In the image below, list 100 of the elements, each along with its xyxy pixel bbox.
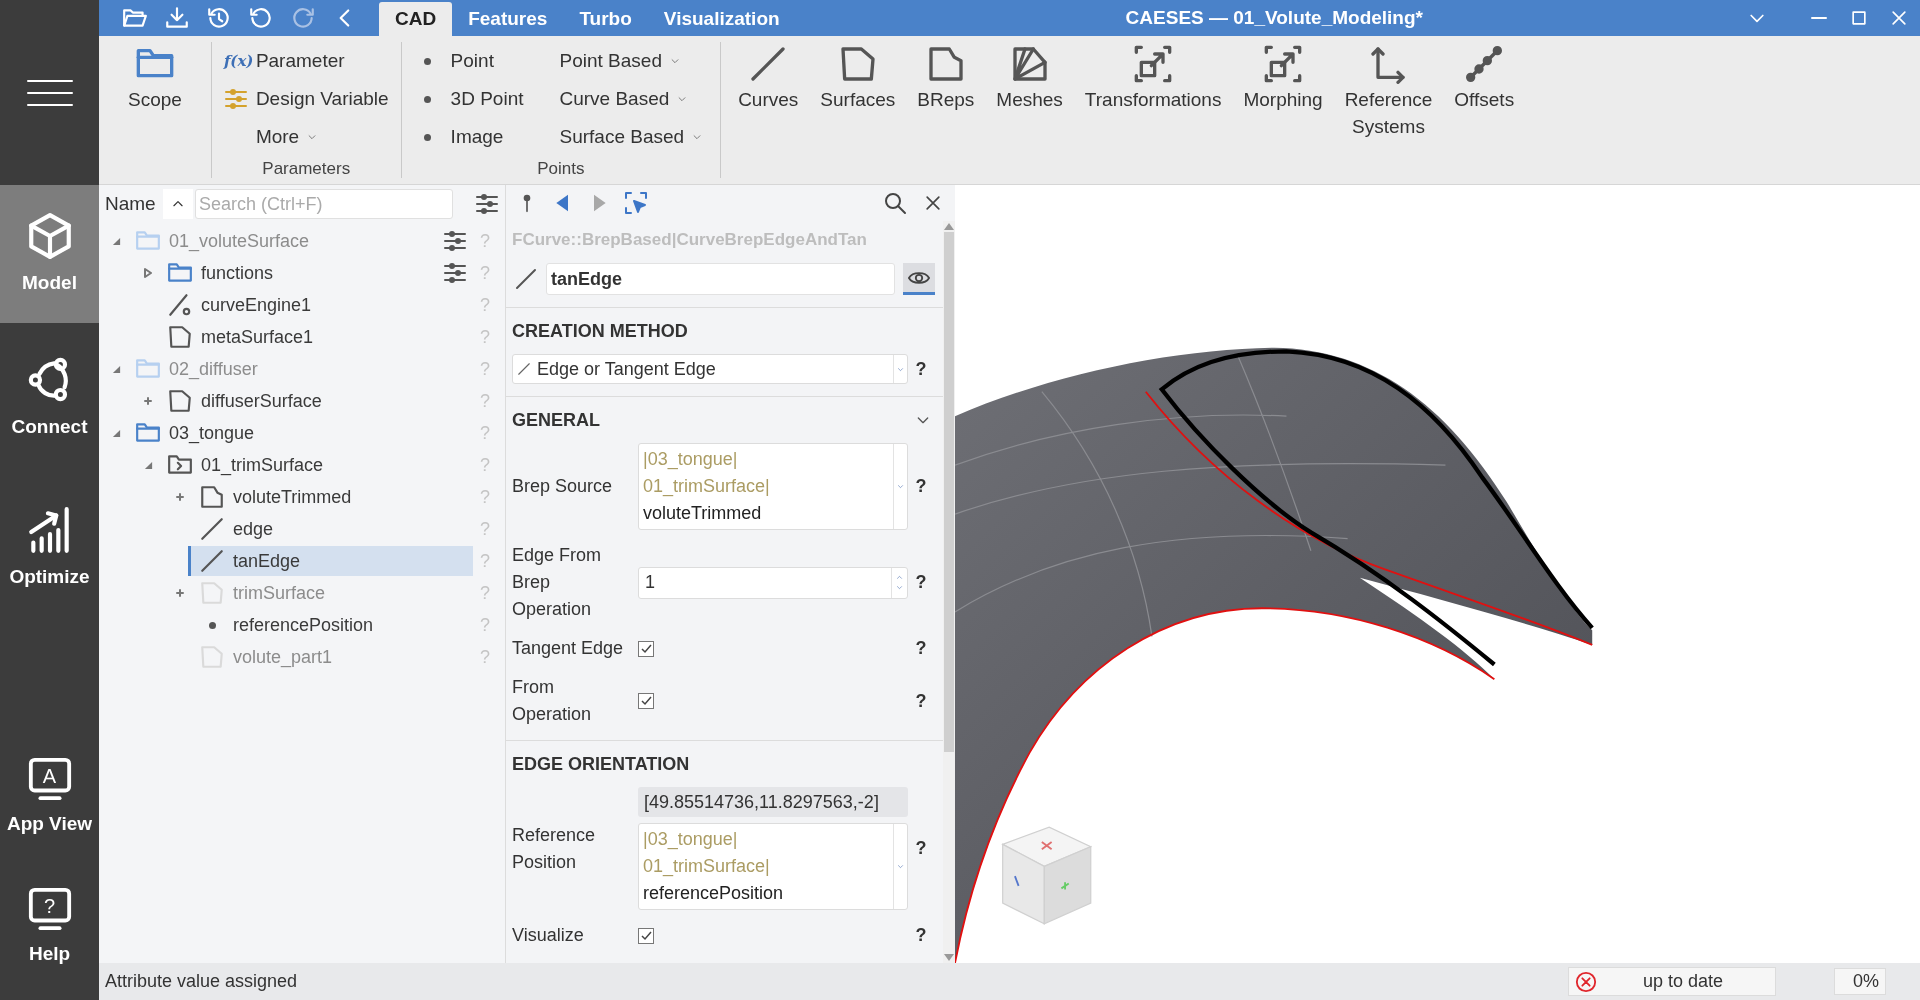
tree-label: tanEdge [233, 549, 301, 573]
ribbon-button[interactable]: f(x)Parameter [223, 42, 389, 80]
ribbon-button[interactable]: More [223, 118, 389, 156]
sliders-icon[interactable] [443, 261, 467, 285]
sidebar-tab[interactable]: Optimize [0, 473, 99, 623]
group-label: Points [536, 158, 586, 180]
help-mark[interactable]: ? [908, 687, 934, 715]
tree-item[interactable]: diffuserSurface [159, 386, 473, 416]
type-path: FCurve::BrepBased|CurveBrepEdgeAndTan [511, 229, 868, 252]
tree-item[interactable]: curveEngine1 [159, 290, 473, 320]
field-label: From Operation [512, 676, 593, 726]
sidebar-tab[interactable]: Model [0, 185, 99, 323]
transform-icon [1263, 44, 1304, 84]
collapse-arrow-icon[interactable] [111, 236, 121, 246]
sidebar-tab[interactable]: ? Help [0, 862, 99, 992]
bullet-icon [423, 57, 431, 65]
search-field[interactable]: Search (Ctrl+F) [195, 189, 453, 219]
name-field[interactable]: tanEdge [546, 263, 895, 295]
transform-icon [1133, 44, 1174, 84]
ribbon-button[interactable]: Curves [727, 42, 810, 113]
sliders-icon [223, 87, 248, 111]
tree-item[interactable]: tanEdge [188, 546, 473, 576]
line-icon [199, 516, 225, 542]
section-title: CREATION METHOD [512, 319, 688, 343]
sliders-icon[interactable] [443, 229, 467, 253]
tree-item[interactable]: metaSurface1 [159, 322, 473, 352]
expand-plus-icon[interactable] [143, 396, 153, 406]
dropdown[interactable]: Edge or Tangent Edge [512, 354, 908, 384]
checkbox[interactable] [638, 693, 654, 709]
ribbon-button[interactable]: Point [419, 42, 524, 80]
ribbon-button[interactable]: Surface Based [559, 118, 703, 156]
checkbox[interactable] [638, 640, 654, 657]
field-label: Visualize [512, 924, 585, 947]
tree-label: 01_trimSurface [201, 453, 324, 478]
section-title: GENERAL [512, 408, 600, 432]
select-button[interactable] [622, 189, 650, 217]
column-header[interactable]: Name [105, 189, 161, 219]
tree-label: diffuserSurface [201, 389, 322, 413]
ribbon-button[interactable]: Point Based [559, 42, 703, 80]
ribbon-tab[interactable]: Turbo [563, 2, 648, 36]
sheet-icon [199, 484, 225, 510]
help-mark[interactable]: ? [908, 355, 934, 383]
status-message: Attribute value assigned [105, 970, 298, 993]
ribbon-tab[interactable]: Visualization [647, 2, 796, 36]
help-mark[interactable]: ? [908, 922, 934, 949]
reference-field[interactable]: |03_tongue| 01_trimSurface| voluteTrimmed [638, 443, 908, 530]
surface-icon [199, 644, 225, 670]
tree-item[interactable]: voluteTrimmed [191, 482, 473, 512]
tree-label: 02_diffuser [169, 357, 258, 382]
help-mark[interactable]: ? [908, 835, 934, 862]
bullet-icon [423, 133, 431, 141]
sidebar-tab[interactable]: Connect [0, 323, 99, 473]
collapse-arrow-icon[interactable] [111, 428, 121, 438]
reference-field[interactable]: |03_tongue| 01_trimSurface| referencePosition [638, 823, 908, 910]
tree-item[interactable]: 01_trimSurface [159, 450, 473, 480]
tree-label: edge [233, 517, 274, 541]
sidebar-tab[interactable]: A App View [0, 732, 99, 862]
tree-label: voluteTrimmed [233, 485, 352, 509]
tree-label: trimSurface [233, 581, 326, 605]
collapse-arrow-icon[interactable] [111, 364, 121, 374]
surface-icon [167, 388, 193, 414]
ribbon-button[interactable]: 3D Point [419, 80, 524, 118]
ribbon-button[interactable]: Design Variable [223, 80, 389, 118]
ribbon-button[interactable]: Transformations [1073, 42, 1233, 113]
expand-plus-icon[interactable] [175, 492, 185, 502]
ribbon-button[interactable]: Curve Based [559, 80, 703, 118]
ribbon-button[interactable]: Surfaces [809, 42, 907, 113]
ribbon-button[interactable]: Reference Systems [1333, 42, 1444, 140]
download-icon [164, 5, 190, 31]
tree-item[interactable]: functions [159, 258, 473, 288]
ribbon-button[interactable]: Offsets [1443, 42, 1526, 113]
collapse-arrow-icon[interactable] [143, 460, 153, 470]
tree-label: 03_tongue [169, 421, 255, 446]
ribbon-button[interactable]: BReps [906, 42, 986, 113]
field-label: Edge From Brep Operation [512, 544, 603, 621]
visibility-toggle[interactable] [903, 263, 935, 295]
tree-label: curveEngine1 [201, 293, 312, 317]
field-label: Reference Position [512, 823, 597, 874]
scrollbar[interactable] [943, 221, 955, 963]
ribbon-tab[interactable]: CAD [379, 2, 453, 36]
expand-arrow-icon[interactable] [143, 268, 153, 278]
error-icon [1575, 970, 1597, 993]
tree-item[interactable]: referencePosition [191, 610, 473, 640]
help-mark[interactable]: ? [908, 635, 934, 662]
tree-label: functions [201, 261, 274, 285]
checkbox[interactable] [638, 927, 654, 944]
tree-item[interactable]: 03_tongue [127, 418, 473, 448]
expand-plus-icon[interactable] [175, 588, 185, 598]
line-icon [517, 362, 531, 376]
ribbon-button[interactable]: Image [419, 118, 524, 156]
tree-item[interactable]: edge [191, 514, 473, 544]
ribbon-tab[interactable]: Features [452, 2, 564, 36]
ribbon-button[interactable]: Scope [117, 42, 193, 113]
ribbon-button[interactable]: Morphing [1232, 42, 1334, 113]
help-mark[interactable]: ? [908, 569, 934, 596]
help-mark[interactable]: ? [908, 473, 934, 500]
select-cursor-icon [624, 191, 648, 215]
surface-icon [199, 580, 225, 606]
ribbon-button[interactable]: Meshes [985, 42, 1074, 113]
window-title: CAESES — 01_Volute_Modeling* [1125, 5, 1423, 30]
